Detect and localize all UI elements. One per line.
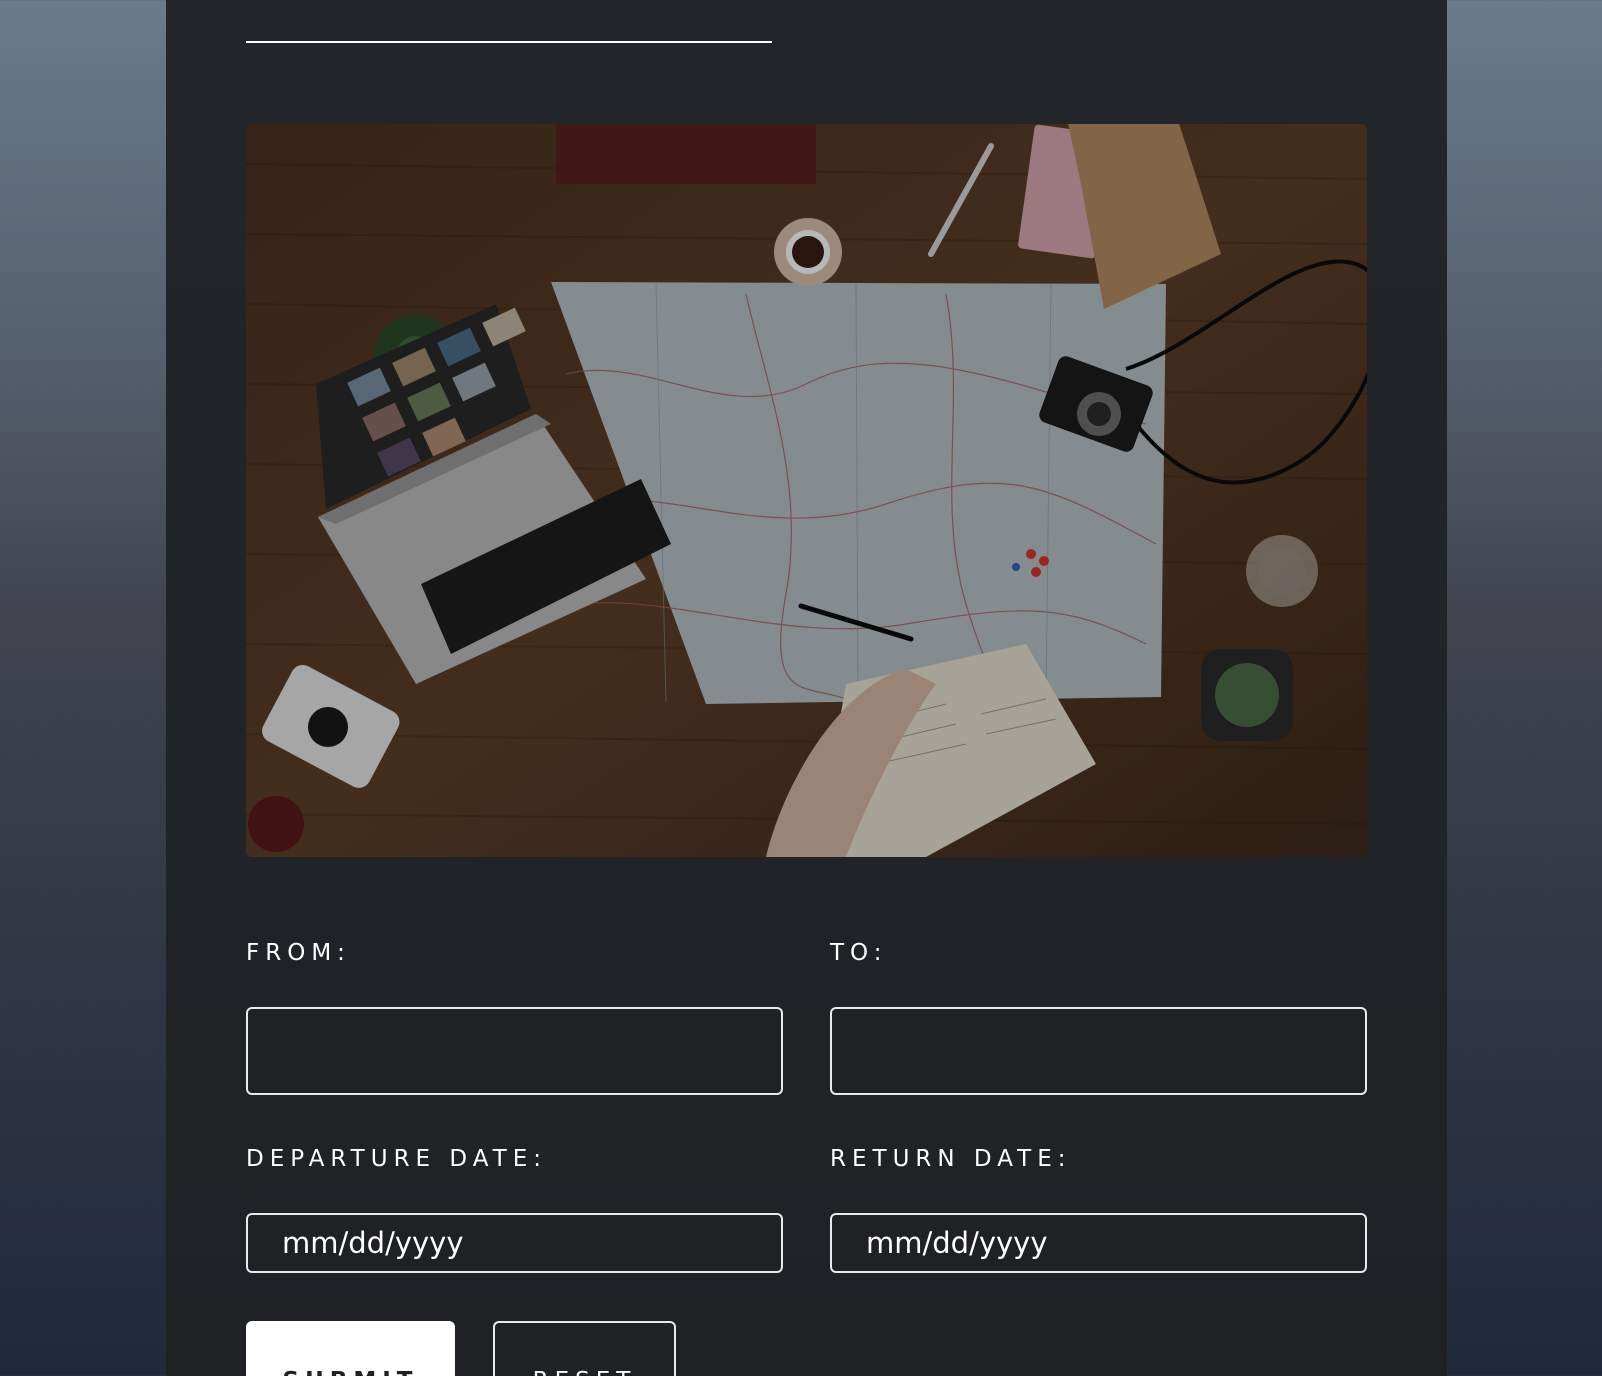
from-input[interactable] — [246, 1007, 783, 1095]
return-date-input[interactable] — [830, 1213, 1367, 1273]
return-date-label: RETURN DATE: — [830, 1146, 1072, 1172]
submit-button[interactable]: SUBMIT — [246, 1321, 455, 1376]
image-dim-overlay — [246, 124, 1367, 857]
from-label: FROM: — [246, 940, 351, 966]
reset-button[interactable]: RESET — [493, 1321, 676, 1376]
page-title: BOOK A FLIGHT — [246, 0, 969, 9]
departure-date-input[interactable] — [246, 1213, 783, 1273]
title-underline — [246, 41, 772, 43]
hero-image — [246, 124, 1367, 857]
travel-planning-photo — [246, 124, 1367, 857]
booking-panel: BOOK A FLIGHT — [166, 0, 1447, 1376]
departure-date-label: DEPARTURE DATE: — [246, 1146, 547, 1172]
to-input[interactable] — [830, 1007, 1367, 1095]
to-label: TO: — [830, 940, 888, 966]
